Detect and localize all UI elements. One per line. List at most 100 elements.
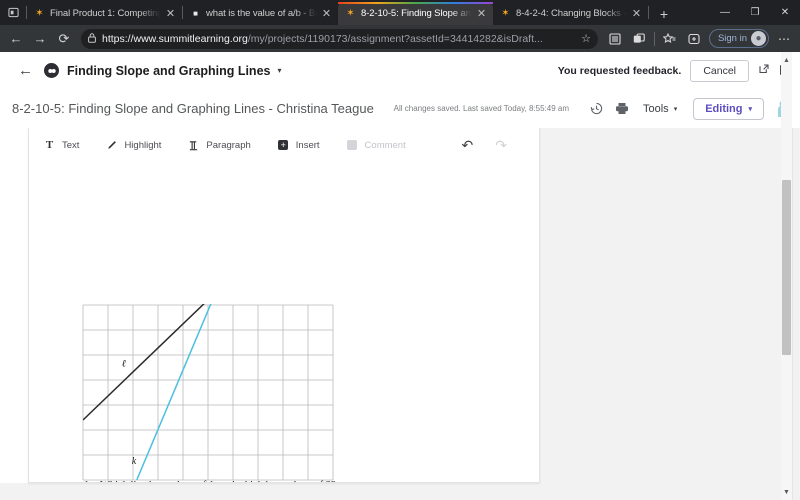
close-icon[interactable]: ✕	[320, 7, 333, 20]
url-host: https://www.summitlearning.org	[102, 32, 248, 45]
browser-tab-2[interactable]: ■ what is the value of a/b - Brainly ✕	[183, 2, 338, 25]
document-header: 8-2-10-5: Finding Slope and Graphing Lin…	[0, 89, 800, 128]
tools-menu-button[interactable]: Tools ▾	[635, 103, 685, 115]
close-icon[interactable]: ✕	[630, 7, 643, 20]
window-controls: — ❐ ✕	[710, 0, 800, 25]
graph-figure: ℓk	[82, 299, 334, 482]
browser-tab-1[interactable]: ✶ Final Product 1: Competing View ✕	[27, 2, 182, 25]
page-viewport: ← Finding Slope and Graphing Lines ▾ You…	[0, 52, 800, 500]
history-icon[interactable]	[583, 96, 609, 122]
browser-toolbar: ← → ⟳ https://www.summitlearning.org/my/…	[0, 25, 800, 52]
question-list: 1. Which line has a slope of 1, and whic…	[84, 478, 514, 482]
tab-search-button[interactable]	[0, 0, 26, 25]
minimize-button[interactable]: —	[710, 0, 740, 25]
url-text: https://www.summitlearning.org/my/projec…	[102, 33, 575, 45]
more-options-icon[interactable]: ⋯	[772, 28, 796, 50]
tab-divider	[648, 6, 649, 19]
editing-mode-button[interactable]: Editing ▾	[693, 97, 764, 120]
feedback-status: You requested feedback.	[557, 64, 682, 77]
save-status: All changes saved. Last saved Today, 8:5…	[393, 104, 569, 113]
browser-tab-3-active[interactable]: ✶ 8-2-10-5: Finding Slope and Gra ✕	[338, 2, 493, 25]
insert-plus-icon: +	[277, 139, 290, 152]
plus-glyph: +	[278, 140, 289, 150]
reload-button[interactable]: ⟳	[52, 28, 76, 50]
sign-in-label: Sign in	[717, 33, 747, 44]
graph-line-l	[83, 299, 211, 421]
back-arrow-icon[interactable]: ←	[18, 62, 33, 79]
question-text: Which line has a slope of 1, and which h…	[100, 478, 336, 482]
add-collection-icon[interactable]	[682, 28, 706, 50]
favorite-star-icon[interactable]: ☆	[581, 32, 591, 45]
lock-icon	[88, 32, 96, 45]
tool-paragraph[interactable]: Paragraph	[187, 139, 251, 152]
highlight-pen-icon	[105, 139, 118, 152]
favorites-icon[interactable]	[658, 28, 682, 50]
cancel-button[interactable]: Cancel	[690, 59, 749, 82]
document-left-margin	[0, 128, 28, 483]
tool-text[interactable]: T Text	[43, 139, 80, 152]
toolbar-divider	[653, 31, 655, 46]
summit-icon: ✶	[501, 7, 510, 19]
back-button[interactable]: ←	[4, 28, 28, 50]
undo-icon[interactable]: ↶	[462, 137, 474, 154]
url-path: /my/projects/1190173/assignment?assetId=…	[247, 32, 543, 45]
redo-icon: ↷	[495, 136, 507, 153]
document-canvas: T Text Highlight Paragraph + Insert Comm…	[0, 128, 800, 500]
scroll-up-arrow-icon[interactable]: ▲	[781, 54, 792, 66]
app-header-actions: You requested feedback. Cancel	[557, 59, 790, 82]
chevron-down-icon[interactable]: ▾	[277, 66, 281, 75]
undo-redo-group: ↶ ↷	[462, 137, 525, 154]
tools-label: Tools	[643, 102, 669, 115]
address-bar[interactable]: https://www.summitlearning.org/my/projec…	[81, 28, 598, 49]
tab-title: Final Product 1: Competing View	[50, 8, 161, 19]
paragraph-icon	[187, 139, 200, 152]
editor-toolbar: T Text Highlight Paragraph + Insert Comm…	[29, 128, 539, 162]
tab-title: what is the value of a/b - Brainly	[206, 8, 317, 19]
browser-tab-4[interactable]: ✶ 8-4-2-4: Changing Blocks - Chris ✕	[493, 2, 648, 25]
tool-label: Paragraph	[206, 139, 251, 151]
close-window-button[interactable]: ✕	[770, 0, 800, 25]
tab-title: 8-2-10-5: Finding Slope and Gra	[361, 8, 472, 19]
comment-glyph	[347, 140, 358, 150]
page-title: Finding Slope and Graphing Lines	[67, 63, 271, 78]
document-page[interactable]: T Text Highlight Paragraph + Insert Comm…	[28, 128, 540, 483]
editing-label: Editing	[705, 102, 743, 115]
collections-icon[interactable]	[603, 28, 627, 50]
document-title: 8-2-10-5: Finding Slope and Graphing Lin…	[12, 101, 374, 116]
summit-app-header: ← Finding Slope and Graphing Lines ▾ You…	[0, 52, 800, 89]
graph-line-label-l: ℓ	[122, 358, 126, 369]
coordinate-grid: ℓk	[82, 299, 334, 481]
question-item-1: 1. Which line has a slope of 1, and whic…	[84, 478, 514, 482]
tab-list: ✶ Final Product 1: Competing View ✕ ■ wh…	[26, 0, 710, 25]
browser-window-scrollbar[interactable]	[792, 128, 800, 500]
tool-comment: Comment	[346, 139, 406, 152]
tab-title: 8-4-2-4: Changing Blocks - Chris	[516, 8, 627, 19]
close-icon[interactable]: ✕	[164, 7, 177, 20]
comment-icon	[346, 139, 359, 152]
tool-insert[interactable]: + Insert	[277, 139, 320, 152]
summit-logo-icon	[44, 63, 59, 78]
close-icon[interactable]: ✕	[475, 7, 488, 20]
chevron-down-icon: ▾	[748, 105, 752, 113]
print-icon[interactable]	[609, 96, 635, 122]
new-tab-button[interactable]: +	[653, 3, 675, 25]
tool-highlight[interactable]: Highlight	[105, 139, 161, 152]
sign-in-button[interactable]: Sign in ●	[708, 29, 769, 48]
browser-tab-strip: ✶ Final Product 1: Competing View ✕ ■ wh…	[0, 0, 800, 25]
summit-icon: ✶	[35, 7, 44, 19]
scrollbar-thumb[interactable]	[782, 180, 791, 355]
question-number: 1.	[84, 478, 100, 482]
forward-button[interactable]: →	[28, 28, 52, 50]
tool-label: Highlight	[124, 139, 162, 151]
chevron-down-icon: ▾	[673, 105, 678, 113]
summit-icon: ✶	[346, 7, 355, 19]
split-screen-icon[interactable]	[627, 28, 651, 50]
page-scrollbar[interactable]: ▲ ▼	[781, 52, 792, 500]
open-external-icon[interactable]	[758, 63, 770, 78]
scroll-down-arrow-icon[interactable]: ▼	[781, 486, 792, 498]
tool-label: Text	[62, 139, 80, 151]
maximize-button[interactable]: ❐	[740, 0, 770, 25]
brainly-icon: ■	[193, 8, 198, 18]
text-icon: T	[45, 139, 54, 151]
tool-label: Comment	[364, 139, 406, 151]
